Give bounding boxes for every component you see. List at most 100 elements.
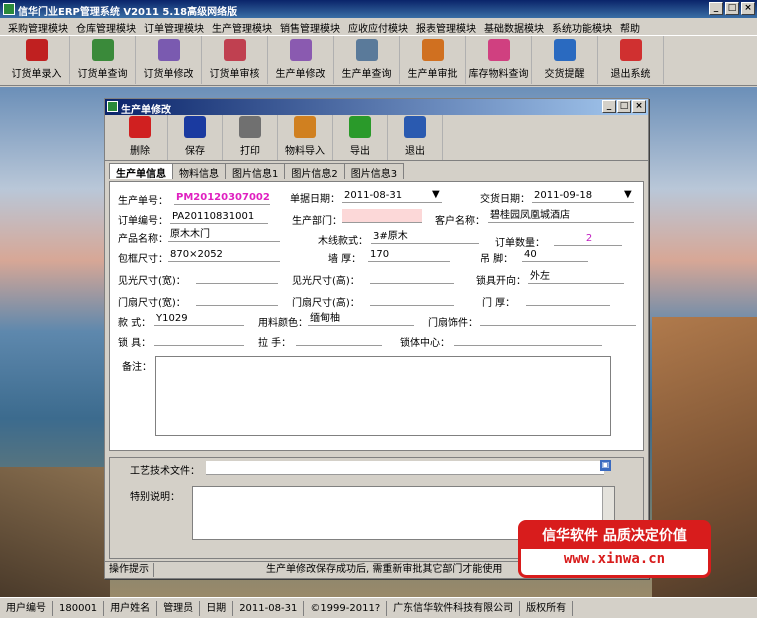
lock-direction-field[interactable]: 外左 bbox=[528, 270, 624, 284]
child-close-button[interactable]: × bbox=[632, 100, 646, 113]
product-field[interactable]: 原木木门 bbox=[168, 228, 280, 242]
child-tool-button-1[interactable]: 保存 bbox=[168, 115, 223, 160]
wall-thickness-field[interactable]: 170 bbox=[368, 248, 450, 262]
customer-label: 客户名称： bbox=[435, 216, 485, 227]
light-width-field[interactable] bbox=[196, 270, 278, 284]
wall-thickness-label: 墙 厚： bbox=[328, 254, 362, 265]
child-tool-label-0: 删除 bbox=[130, 146, 150, 157]
lock-direction-label: 锁具开向： bbox=[476, 276, 526, 287]
status-cell-2: 用户姓名 bbox=[104, 600, 158, 616]
memo-textarea[interactable] bbox=[155, 356, 611, 436]
child-toolbar: 删除 保存 打印 物料导入 导出 退出 bbox=[105, 115, 648, 161]
child-tool-button-4[interactable]: 导出 bbox=[333, 115, 388, 160]
menu-item-4[interactable]: 销售管理模块 bbox=[276, 18, 344, 35]
delivery-label: 交货日期： bbox=[480, 194, 530, 205]
toolbar-button-1[interactable]: 订货单查询 bbox=[70, 36, 136, 84]
tab-0[interactable]: 生产单信息 bbox=[109, 163, 173, 180]
tab-1[interactable]: 物料信息 bbox=[172, 163, 226, 180]
menu-item-5[interactable]: 应收应付模块 bbox=[344, 18, 412, 35]
frame-size-label: 包框尺寸： bbox=[118, 254, 168, 265]
close-button[interactable]: × bbox=[741, 2, 755, 15]
menu-item-0[interactable]: 采购管理模块 bbox=[4, 18, 72, 35]
hint-message: 生产单修改保存成功后, 需重新审批其它部门才能使用 bbox=[266, 564, 503, 575]
tech-file-field[interactable] bbox=[206, 461, 604, 475]
toolbar-label-8: 交货提醒 bbox=[544, 69, 585, 80]
leaf-height-field[interactable] bbox=[370, 292, 454, 306]
child-tool-button-3[interactable]: 物料导入 bbox=[278, 115, 333, 160]
light-height-field[interactable] bbox=[370, 270, 454, 284]
lock-label: 锁 具： bbox=[118, 338, 152, 349]
door-thickness-field[interactable] bbox=[526, 292, 610, 306]
lock-center-field[interactable] bbox=[454, 332, 602, 346]
toolbar-button-9[interactable]: 退出系统 bbox=[598, 36, 664, 84]
toolbar-button-5[interactable]: 生产单查询 bbox=[334, 36, 400, 84]
lock-center-label: 锁体中心： bbox=[400, 338, 450, 349]
toolbar-label-3: 订货单审核 bbox=[209, 69, 260, 80]
child-minimize-button[interactable]: _ bbox=[602, 100, 616, 113]
trim-field[interactable] bbox=[480, 312, 636, 326]
child-tool-button-0[interactable]: 删除 bbox=[113, 115, 168, 160]
dept-field[interactable] bbox=[342, 209, 422, 223]
child-maximize-button[interactable]: □ bbox=[617, 100, 631, 113]
tab-3[interactable]: 图片信息2 bbox=[284, 163, 345, 180]
import-icon bbox=[294, 116, 316, 138]
prod-no-field[interactable]: PM20120307002 bbox=[174, 191, 270, 205]
toolbar-button-2[interactable]: 订货单修改 bbox=[136, 36, 202, 84]
toolbar-button-3[interactable]: 订货单审核 bbox=[202, 36, 268, 84]
order-no-field[interactable]: PA20110831001 bbox=[170, 210, 268, 224]
export-icon bbox=[349, 116, 371, 138]
menu-item-2[interactable]: 订单管理模块 bbox=[140, 18, 208, 35]
tab-2[interactable]: 图片信息1 bbox=[225, 163, 286, 180]
browse-file-icon[interactable]: ▣ bbox=[600, 460, 611, 471]
qty-field[interactable]: 2 bbox=[554, 232, 622, 246]
child-tool-label-2: 打印 bbox=[240, 146, 260, 157]
customer-field[interactable]: 碧桂园凤凰城酒店 bbox=[488, 209, 634, 223]
material-color-field[interactable]: 缅甸柚 bbox=[308, 312, 414, 326]
doc-date-dropdown-icon[interactable]: ▼ bbox=[432, 189, 440, 200]
tab-4[interactable]: 图片信息3 bbox=[343, 163, 405, 180]
toolbar-button-4[interactable]: 生产单修改 bbox=[268, 36, 334, 84]
menu-item-9[interactable]: 帮助 bbox=[616, 18, 644, 35]
wallpaper-rocks-left bbox=[0, 467, 110, 597]
delivery-field[interactable]: 2011-09-18 bbox=[532, 189, 634, 203]
qty-label: 订单数量： bbox=[495, 238, 545, 249]
lock-field[interactable] bbox=[154, 332, 244, 346]
menu-item-7[interactable]: 基础数据模块 bbox=[480, 18, 548, 35]
promo-url: www.xinwa.cn bbox=[563, 551, 666, 567]
toolbar-button-6[interactable]: 生产单审批 bbox=[400, 36, 466, 84]
window-icon bbox=[107, 101, 118, 112]
child-tool-button-5[interactable]: 退出 bbox=[388, 115, 443, 160]
menu-item-6[interactable]: 报表管理模块 bbox=[412, 18, 480, 35]
child-tool-button-2[interactable]: 打印 bbox=[223, 115, 278, 160]
maximize-button[interactable]: □ bbox=[725, 2, 739, 15]
menu-item-3[interactable]: 生产管理模块 bbox=[208, 18, 276, 35]
frame-size-field[interactable]: 870×2052 bbox=[168, 248, 280, 262]
main-toolbar: 订货单录入 订货单查询 订货单修改 订货单审核 生产单修改 生产单查询 生产单审批 库存物料查… bbox=[0, 36, 757, 86]
toolbar-button-0[interactable]: 订货单录入 bbox=[4, 36, 70, 84]
doc-date-field[interactable]: 2011-08-31 bbox=[342, 189, 442, 203]
child-tool-label-1: 保存 bbox=[185, 146, 205, 157]
toolbar-label-7: 库存物料查询 bbox=[468, 69, 529, 80]
menu-item-8[interactable]: 系统功能模块 bbox=[548, 18, 616, 35]
style-label: 款 式： bbox=[118, 318, 152, 329]
status-cell-4: 日期 bbox=[200, 600, 234, 616]
leaf-width-field[interactable] bbox=[196, 292, 278, 306]
toolbar-button-7[interactable]: 库存物料查询 bbox=[466, 36, 532, 84]
printer-icon bbox=[239, 116, 261, 138]
tab-strip: 生产单信息 物料信息 图片信息1 图片信息2 图片信息3 bbox=[105, 163, 648, 180]
minimize-button[interactable]: _ bbox=[709, 2, 723, 15]
delivery-dropdown-icon[interactable]: ▼ bbox=[624, 189, 632, 200]
power-icon bbox=[619, 39, 642, 61]
toolbar-label-6: 生产单审批 bbox=[407, 69, 458, 80]
toolbar-button-8[interactable]: 交货提醒 bbox=[532, 36, 598, 84]
child-tool-label-3: 物料导入 bbox=[285, 146, 325, 157]
menu-item-1[interactable]: 仓库管理模块 bbox=[72, 18, 140, 35]
status-cell-3: 管理员 bbox=[157, 600, 201, 616]
product-label: 产品名称： bbox=[118, 234, 168, 245]
handle-field[interactable] bbox=[296, 332, 382, 346]
leaf-height-label: 门扇尺寸(高)： bbox=[292, 298, 360, 309]
wood-style-field[interactable]: 3#原木 bbox=[371, 230, 479, 244]
style-field[interactable]: Y1029 bbox=[154, 312, 244, 326]
foot-field[interactable]: 40 bbox=[522, 248, 588, 262]
pdf-icon bbox=[25, 39, 48, 61]
